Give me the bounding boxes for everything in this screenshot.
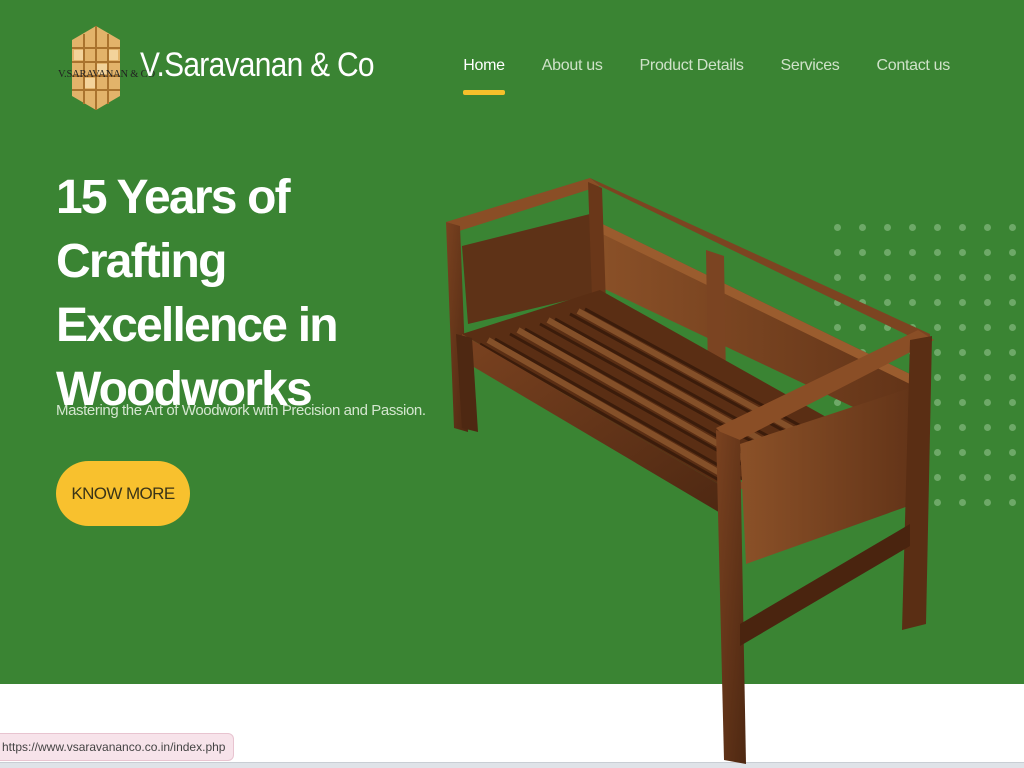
decorative-dot xyxy=(1009,224,1016,231)
nav-product-details-label: Product Details xyxy=(639,57,744,74)
decorative-dot xyxy=(1009,274,1016,281)
decorative-dot xyxy=(959,449,966,456)
wooden-bench-image xyxy=(446,178,934,764)
brand-name[interactable]: V.Saravanan & Co xyxy=(140,46,375,85)
decorative-dot xyxy=(984,424,991,431)
headline-line-1: 15 Years of Crafting xyxy=(56,171,291,288)
decorative-dot xyxy=(1009,299,1016,306)
decorative-dot xyxy=(959,424,966,431)
decorative-dot xyxy=(984,324,991,331)
decorative-dot xyxy=(959,249,966,256)
decorative-dot xyxy=(984,474,991,481)
active-indicator xyxy=(463,90,505,95)
decorative-dot xyxy=(959,324,966,331)
decorative-dot xyxy=(1009,374,1016,381)
decorative-dot xyxy=(959,499,966,506)
nav-services-label: Services xyxy=(780,57,840,74)
decorative-dot xyxy=(959,299,966,306)
decorative-dot xyxy=(1009,474,1016,481)
logo[interactable]: V.SARAVANAN & CO V.Saravanan & Co xyxy=(56,22,406,112)
hero-headline: 15 Years of Crafting Excellence in Woodw… xyxy=(56,166,416,422)
link-status-bar: https://www.vsaravananco.co.in/index.php xyxy=(0,733,235,761)
decorative-dot xyxy=(984,449,991,456)
decorative-dot xyxy=(1009,399,1016,406)
decorative-dot xyxy=(1009,424,1016,431)
decorative-dot xyxy=(1009,449,1016,456)
decorative-dot xyxy=(959,224,966,231)
nav-about-us-label: About us xyxy=(541,57,603,74)
logo-icon: V.SARAVANAN & CO xyxy=(56,22,155,112)
decorative-dot xyxy=(959,474,966,481)
decorative-dot xyxy=(959,374,966,381)
nav-about-us[interactable]: About us xyxy=(542,57,603,95)
main-nav: Home About us Product Details Services C… xyxy=(426,57,950,95)
decorative-dot xyxy=(959,349,966,356)
nav-product-details[interactable]: Product Details xyxy=(640,57,744,95)
decorative-dot xyxy=(959,274,966,281)
decorative-dot xyxy=(1009,499,1016,506)
decorative-dot xyxy=(984,399,991,406)
hero-subtitle: Mastering the Art of Woodwork with Preci… xyxy=(56,402,426,419)
decorative-dot xyxy=(984,299,991,306)
decorative-dot xyxy=(984,374,991,381)
decorative-dot xyxy=(1009,349,1016,356)
decorative-dot xyxy=(959,399,966,406)
decorative-dot xyxy=(1009,249,1016,256)
nav-contact-us-label: Contact us xyxy=(876,57,951,74)
decorative-dot xyxy=(984,249,991,256)
nav-services[interactable]: Services xyxy=(781,57,840,95)
nav-home[interactable]: Home xyxy=(463,57,505,95)
decorative-dot xyxy=(984,274,991,281)
decorative-dot xyxy=(984,224,991,231)
nav-contact-us[interactable]: Contact us xyxy=(877,57,951,95)
decorative-dot xyxy=(984,499,991,506)
decorative-dot xyxy=(1009,324,1016,331)
nav-home-label: Home xyxy=(463,57,505,74)
know-more-button[interactable]: KNOW MORE xyxy=(56,461,190,526)
headline-line-2: Excellence in xyxy=(56,299,339,352)
decorative-dot xyxy=(984,349,991,356)
